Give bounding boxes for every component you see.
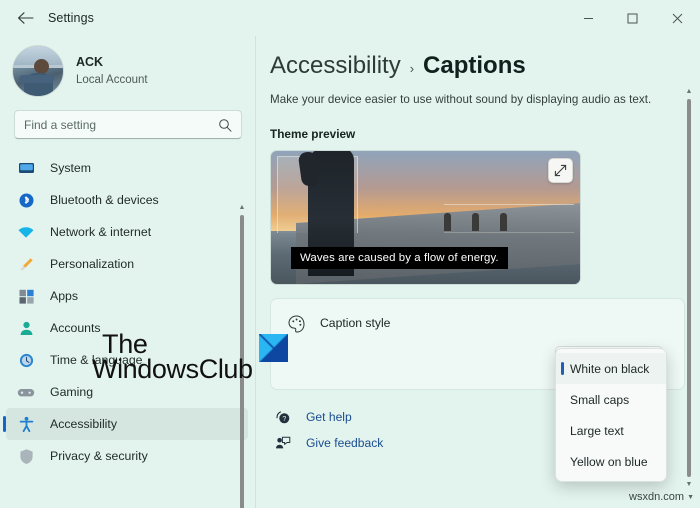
sidebar-item-label: Time & language bbox=[50, 353, 143, 367]
dropdown-option-label: White on black bbox=[570, 361, 650, 376]
sidebar-scrollbar[interactable]: ▲ ▼ bbox=[236, 204, 248, 508]
close-button[interactable] bbox=[654, 0, 700, 36]
avatar bbox=[12, 45, 64, 97]
scrollbar-thumb[interactable] bbox=[240, 215, 244, 508]
sidebar-item-label: Network & internet bbox=[50, 225, 152, 239]
caption-style-title: Caption style bbox=[320, 316, 391, 330]
search-wrapper bbox=[0, 98, 256, 139]
search-input[interactable] bbox=[24, 117, 218, 132]
minimize-icon bbox=[583, 17, 593, 19]
dropdown-option-white-on-black[interactable]: White on black bbox=[556, 353, 666, 384]
scroll-up-icon[interactable]: ▲ bbox=[239, 204, 246, 211]
dropdown-option-small-caps[interactable]: Small caps bbox=[556, 384, 666, 415]
caption-style-dropdown[interactable]: White on black Small caps Large text Yel… bbox=[555, 348, 667, 482]
main-content: Accessibility › Captions Make your devic… bbox=[256, 36, 700, 508]
breadcrumb-separator-icon: › bbox=[409, 61, 415, 76]
watermark-site-label: wsxdn.com bbox=[629, 491, 685, 503]
sidebar-item-gaming[interactable]: Gaming bbox=[6, 376, 248, 408]
caption-style-row: Caption style bbox=[271, 299, 684, 334]
page-title: Captions bbox=[423, 52, 526, 79]
sidebar: ACK Local Account Find a setting System … bbox=[0, 36, 256, 508]
minimize-button[interactable] bbox=[566, 0, 610, 36]
dropdown-option-large-text[interactable]: Large text bbox=[556, 415, 666, 446]
sidebar-item-privacy-security[interactable]: Privacy & security bbox=[6, 440, 248, 472]
get-help-label: Get help bbox=[306, 410, 352, 424]
settings-window: Settings ACK Local Account Find a settin… bbox=[0, 0, 700, 508]
account-type: Local Account bbox=[76, 73, 148, 86]
sidebar-nav: System Bluetooth & devices Network & int… bbox=[0, 152, 256, 472]
accessibility-icon bbox=[16, 414, 36, 434]
sidebar-item-label: Apps bbox=[50, 289, 79, 303]
palette-icon bbox=[285, 312, 307, 334]
account-block[interactable]: ACK Local Account bbox=[0, 36, 256, 98]
sidebar-item-personalization[interactable]: Personalization bbox=[6, 248, 248, 280]
caret-down-icon: ▼ bbox=[687, 493, 694, 501]
sidebar-item-label: Gaming bbox=[50, 385, 94, 399]
sidebar-item-time-language[interactable]: Time & language bbox=[6, 344, 248, 376]
sidebar-item-label: System bbox=[50, 161, 91, 175]
paintbrush-icon bbox=[16, 254, 36, 274]
back-button[interactable] bbox=[8, 3, 42, 33]
back-arrow-icon bbox=[17, 12, 34, 24]
caption-text: Waves are caused by a flow of energy. bbox=[291, 247, 508, 269]
bluetooth-icon bbox=[16, 190, 36, 210]
person-icon bbox=[16, 318, 36, 338]
give-feedback-label: Give feedback bbox=[306, 436, 384, 450]
shield-icon bbox=[16, 446, 36, 466]
sidebar-item-label: Personalization bbox=[50, 257, 135, 271]
scroll-down-icon[interactable]: ▼ bbox=[686, 481, 693, 488]
window-title: Settings bbox=[48, 11, 94, 25]
sidebar-item-bluetooth[interactable]: Bluetooth & devices bbox=[6, 184, 248, 216]
breadcrumb-parent[interactable]: Accessibility bbox=[270, 52, 401, 80]
wifi-icon bbox=[16, 222, 36, 242]
sidebar-item-label: Accessibility bbox=[50, 417, 117, 431]
dropdown-option-label: Small caps bbox=[570, 392, 630, 407]
search-box[interactable] bbox=[14, 110, 242, 139]
dropdown-option-yellow-on-blue[interactable]: Yellow on blue bbox=[556, 446, 666, 477]
sidebar-item-label: Accounts bbox=[50, 321, 101, 335]
title-bar: Settings bbox=[0, 0, 700, 36]
dropdown-option-label: Yellow on blue bbox=[570, 454, 648, 469]
sidebar-item-label: Bluetooth & devices bbox=[50, 193, 159, 207]
account-name: ACK bbox=[76, 55, 104, 69]
breadcrumb: Accessibility › Captions bbox=[270, 52, 700, 80]
page-subtitle: Make your device easier to use without s… bbox=[270, 93, 652, 106]
main-scrollbar[interactable]: ▲ ▼ bbox=[683, 88, 695, 488]
expand-diagonal-icon[interactable] bbox=[548, 158, 573, 183]
help-icon: ? bbox=[272, 407, 294, 427]
sidebar-item-accessibility[interactable]: Accessibility bbox=[3, 408, 248, 440]
svg-text:?: ? bbox=[282, 416, 286, 423]
scrollbar-thumb[interactable] bbox=[687, 99, 691, 477]
apps-icon bbox=[16, 286, 36, 306]
sidebar-item-system[interactable]: System bbox=[6, 152, 248, 184]
scroll-up-icon[interactable]: ▲ bbox=[686, 88, 693, 95]
window-controls bbox=[566, 0, 700, 36]
clock-icon bbox=[16, 350, 36, 370]
search-icon bbox=[218, 118, 232, 132]
theme-preview-image: Waves are caused by a flow of energy. bbox=[270, 150, 581, 285]
feedback-icon bbox=[272, 433, 294, 453]
maximize-button[interactable] bbox=[610, 0, 654, 36]
sidebar-item-network[interactable]: Network & internet bbox=[6, 216, 248, 248]
maximize-icon bbox=[627, 13, 637, 23]
sidebar-item-label: Privacy & security bbox=[50, 449, 148, 463]
sidebar-item-apps[interactable]: Apps bbox=[6, 280, 248, 312]
theme-preview-label: Theme preview bbox=[270, 127, 356, 141]
close-icon bbox=[672, 13, 682, 23]
sidebar-item-accounts[interactable]: Accounts bbox=[6, 312, 248, 344]
watermark-site: wsxdn.com ▼ bbox=[629, 491, 694, 503]
dropdown-option-label: Large text bbox=[570, 423, 624, 438]
monitor-icon bbox=[16, 158, 36, 178]
gamepad-icon bbox=[16, 382, 36, 402]
